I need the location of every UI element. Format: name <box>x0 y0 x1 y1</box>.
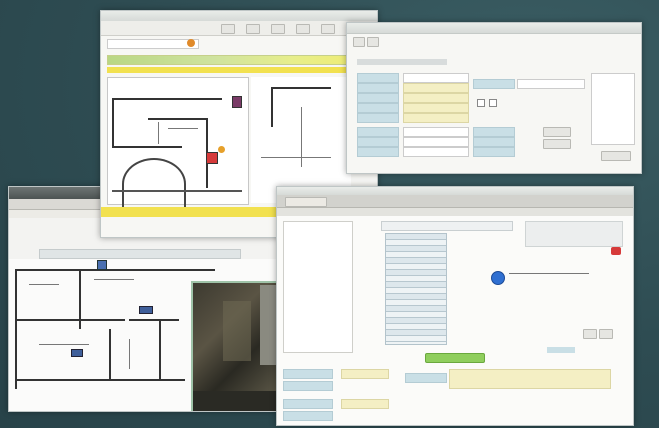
field-label <box>283 381 333 391</box>
field-label <box>283 411 333 421</box>
status-dot-icon <box>187 39 195 47</box>
field-label <box>473 79 515 89</box>
toolbar-button[interactable] <box>246 24 260 34</box>
field-label <box>283 369 333 379</box>
toolbar-button[interactable] <box>367 37 379 47</box>
checkbox[interactable] <box>489 99 497 107</box>
text-field[interactable] <box>341 399 389 409</box>
confirm-button[interactable] <box>425 353 485 363</box>
field-label <box>283 399 333 409</box>
text-field[interactable] <box>341 369 389 379</box>
tab-strip <box>39 249 241 259</box>
field-label <box>357 83 399 93</box>
toolbar-button[interactable] <box>321 24 335 34</box>
event-table[interactable] <box>385 233 447 345</box>
text-field[interactable] <box>403 83 469 93</box>
camera-marker-icon[interactable] <box>97 260 107 270</box>
text-field[interactable] <box>403 73 469 83</box>
ok-button[interactable] <box>601 151 631 161</box>
yellow-banner <box>107 67 371 73</box>
text-field[interactable] <box>403 93 469 103</box>
floor-plan-right <box>251 77 351 203</box>
field-label <box>473 137 515 147</box>
field-label <box>405 373 447 383</box>
table-row[interactable] <box>386 336 446 342</box>
toolbar <box>101 21 377 36</box>
toolbar-button[interactable] <box>271 24 285 34</box>
properties-window <box>346 22 642 174</box>
text-field[interactable] <box>403 147 469 157</box>
field-label <box>473 147 515 157</box>
alarm-marker-icon[interactable] <box>232 96 242 108</box>
info-line <box>509 273 589 274</box>
field-label <box>357 137 399 147</box>
option-button[interactable] <box>543 127 571 137</box>
text-field[interactable] <box>403 127 469 137</box>
text-field[interactable] <box>403 103 469 113</box>
field-label <box>357 127 399 137</box>
header-strip <box>277 208 633 216</box>
toolbar-button[interactable] <box>296 24 310 34</box>
floor-plan <box>107 77 249 210</box>
toolbar <box>277 195 633 208</box>
option-button[interactable] <box>543 139 571 149</box>
progress-bar <box>107 55 373 65</box>
right-header <box>525 221 623 247</box>
text-field[interactable] <box>403 137 469 147</box>
camera-thumb-strip[interactable] <box>260 285 277 365</box>
toolbar-button[interactable] <box>221 24 235 34</box>
text-field[interactable] <box>403 113 469 123</box>
field-label <box>357 103 399 113</box>
toolbar-button[interactable] <box>353 37 365 47</box>
status-dot-icon[interactable] <box>491 271 505 285</box>
field-label <box>473 127 515 137</box>
event-grid-window <box>276 186 634 426</box>
window-titlebar <box>347 23 641 34</box>
field-label <box>357 73 399 83</box>
left-panel <box>283 221 353 353</box>
alarm-marker-icon[interactable] <box>206 152 218 164</box>
text-field[interactable] <box>517 79 585 89</box>
preview-panel <box>591 73 635 145</box>
tab-header <box>381 221 513 231</box>
search-row <box>107 39 199 49</box>
blue-tag <box>547 347 575 353</box>
camera-marker-icon[interactable] <box>71 349 83 357</box>
form-header <box>357 59 447 65</box>
alarm-marker-icon[interactable] <box>218 146 225 153</box>
small-button[interactable] <box>583 329 597 339</box>
small-button[interactable] <box>599 329 613 339</box>
checkbox[interactable] <box>477 99 485 107</box>
toolbar-button[interactable] <box>285 197 327 207</box>
field-label <box>357 93 399 103</box>
camera-marker-icon[interactable] <box>139 306 153 314</box>
field-label <box>357 147 399 157</box>
text-field[interactable] <box>449 369 611 389</box>
close-icon[interactable] <box>611 247 621 255</box>
field-label <box>357 113 399 123</box>
